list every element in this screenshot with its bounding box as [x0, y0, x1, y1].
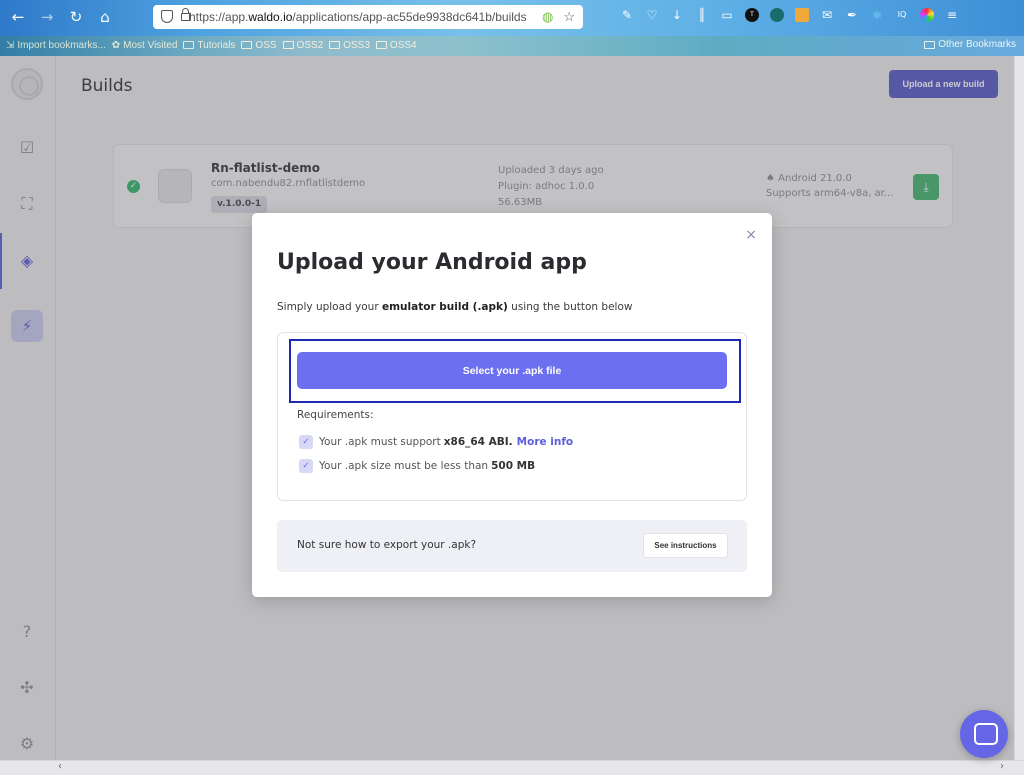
sidebar-toggle-icon[interactable]: ▭ [720, 8, 734, 22]
home-icon[interactable]: ⌂ [96, 8, 114, 26]
check-icon: ✓ [299, 435, 313, 449]
folder-icon [282, 41, 294, 49]
folder-icon [924, 40, 936, 49]
requirements-label: Requirements: [297, 409, 374, 421]
bookmark-oss[interactable]: OSS [241, 40, 277, 51]
requirement-size: ✓ Your .apk size must be less than 500 MB [299, 459, 535, 473]
modal-subtitle: Simply upload your emulator build (.apk)… [277, 301, 633, 313]
browser-chrome: ← → ↻ ⌂ https://app.waldo.io/application… [0, 0, 1024, 56]
chat-support-icon[interactable] [960, 710, 1008, 758]
extension-icon[interactable]: ◍ [542, 9, 553, 25]
folder-icon [329, 41, 341, 49]
extension-color-icon[interactable] [920, 8, 934, 22]
import-icon: ⇲ [6, 39, 15, 51]
help-text: Not sure how to export your .apk? [297, 539, 477, 551]
close-icon[interactable]: × [745, 227, 757, 243]
scroll-right-icon[interactable]: › [1000, 761, 1004, 772]
bookmark-oss2[interactable]: OSS2 [282, 40, 323, 51]
wrench-icon[interactable]: ✎ [620, 8, 634, 22]
vertical-scrollbar[interactable] [1014, 56, 1024, 760]
help-box: Not sure how to export your .apk? See in… [277, 520, 747, 572]
url-bar[interactable]: https://app.waldo.io/applications/app-ac… [153, 5, 583, 29]
modal-title: Upload your Android app [277, 250, 587, 275]
library-icon[interactable]: ║ [695, 8, 709, 22]
reload-icon[interactable]: ↻ [67, 8, 85, 26]
forward-icon[interactable]: → [38, 8, 56, 26]
requirement-abi: ✓ Your .apk must support x86_64 ABI. More… [299, 435, 573, 449]
menu-icon[interactable]: ≡ [945, 8, 959, 22]
bookmark-other[interactable]: Other Bookmarks [924, 39, 1016, 50]
bookmark-tutorials[interactable]: Tutorials [183, 40, 235, 51]
toolbar-icons: ✎ ♡ ↓ ║ ▭ T ✉ ✒ ⚛ IQ ≡ [620, 8, 959, 22]
gear-icon: ✿ [111, 39, 121, 51]
url-text: https://app.waldo.io/applications/app-ac… [189, 10, 527, 24]
bookmark-import[interactable]: ⇲ Import bookmarks... [6, 40, 106, 51]
extension-notes-icon[interactable]: ✉ [820, 8, 834, 22]
scroll-left-icon[interactable]: ‹ [58, 761, 62, 772]
extension-globe-icon[interactable] [770, 8, 784, 22]
bookmark-oss4[interactable]: OSS4 [375, 40, 417, 51]
select-apk-button[interactable]: Select your .apk file [297, 352, 727, 389]
folder-icon [183, 41, 195, 49]
shield-icon[interactable] [161, 10, 173, 23]
see-instructions-button[interactable]: See instructions [643, 533, 728, 558]
bookmarks-bar: ⇲ Import bookmarks... ✿ Most Visited Tutor… [0, 36, 1024, 54]
bookmark-star-icon[interactable]: ☆ [563, 9, 575, 25]
extension-react-icon[interactable]: ⚛ [870, 8, 884, 22]
extension-feather-icon[interactable]: ✒ [845, 8, 859, 22]
folder-icon [241, 41, 253, 49]
download-icon[interactable]: ↓ [670, 8, 684, 22]
back-icon[interactable]: ← [9, 8, 27, 26]
extension-iq-icon[interactable]: IQ [895, 8, 909, 22]
horizontal-scrollbar[interactable]: ‹ › [0, 760, 1024, 775]
check-icon: ✓ [299, 459, 313, 473]
folder-icon [375, 41, 387, 49]
extension-twd-icon[interactable]: T [745, 8, 759, 22]
extension-screenshot-icon[interactable] [795, 8, 809, 22]
upload-modal: × Upload your Android app Simply upload … [252, 213, 772, 597]
bookmark-oss3[interactable]: OSS3 [329, 40, 370, 51]
pocket-icon[interactable]: ♡ [645, 8, 659, 22]
more-info-link[interactable]: More info [517, 436, 573, 448]
lock-icon[interactable] [181, 8, 190, 21]
bookmark-most-visited[interactable]: ✿ Most Visited [112, 40, 178, 51]
